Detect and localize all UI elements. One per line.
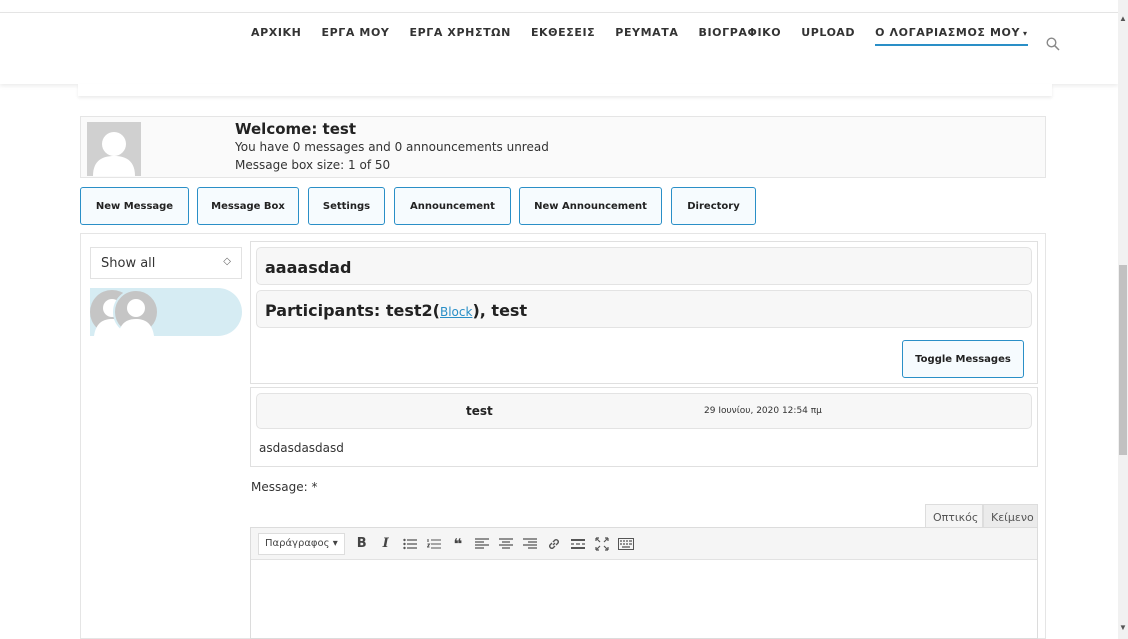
message-body: asdasdasdasd (259, 441, 344, 455)
scroll-up-icon[interactable]: ▲ (1119, 14, 1127, 23)
welcome-title: Welcome: test (235, 120, 356, 138)
menu-item-cv[interactable]: ΒΙΟΓΡΑΦΙΚΟ (699, 26, 782, 46)
conversation-list-item[interactable] (90, 288, 242, 336)
message-box-button[interactable]: Message Box (197, 187, 299, 225)
welcome-box: Welcome: test You have 0 messages and 0 … (80, 116, 1046, 178)
menu-item-my-account[interactable]: Ο ΛΟΓΑΡΙΑΣΜΟΣ ΜΟΥ ▾ (875, 26, 1028, 46)
my-account-label: Ο ΛΟΓΑΡΙΑΣΜΟΣ ΜΟΥ (875, 26, 1021, 39)
menu-item-home[interactable]: ΑΡΧΙΚΗ (251, 26, 301, 46)
chevron-down-icon: ▾ (332, 537, 338, 549)
format-value: Παράγραφος (265, 537, 330, 549)
message-author: test (466, 404, 493, 418)
menu-item-upload[interactable]: UPLOAD (801, 26, 855, 46)
menu-item-streams[interactable]: ΡΕΥΜΑΤΑ (615, 26, 678, 46)
select-arrows-icon: ◇ (223, 256, 231, 267)
search-icon[interactable] (1046, 37, 1060, 51)
group-avatar-icon (90, 289, 159, 336)
participants-prefix: Participants: test2( (265, 301, 440, 320)
scrollbar-thumb[interactable] (1119, 265, 1127, 455)
filter-selected-value: Show all (101, 256, 156, 271)
bold-icon[interactable]: B (353, 534, 371, 554)
block-link[interactable]: Block (440, 305, 472, 319)
announcement-button[interactable]: Announcement (394, 187, 511, 225)
editor-toolbar: Παράγραφος ▾ B I ❝ (251, 528, 1037, 560)
tab-text[interactable]: Κείμενο (983, 504, 1038, 528)
chevron-down-icon: ▾ (1023, 29, 1028, 38)
message-field-label: Message: * (251, 480, 318, 494)
align-left-icon[interactable] (473, 534, 491, 554)
menu-item-exhibitions[interactable]: ΕΚΘΕΣΕΙΣ (531, 26, 595, 46)
menu-item-user-works[interactable]: ΕΡΓΑ ΧΡΗΣΤΩΝ (409, 26, 510, 46)
fullscreen-icon[interactable] (593, 534, 611, 554)
menu-item-my-works[interactable]: ΕΡΓΑ ΜΟΥ (321, 26, 389, 46)
settings-button[interactable]: Settings (308, 187, 385, 225)
thread-participants: Participants: test2(Block), test (256, 290, 1032, 328)
new-message-button[interactable]: New Message (80, 187, 189, 225)
content-header-divider (78, 84, 1052, 96)
user-avatar-icon (87, 122, 141, 176)
toolbar-toggle-icon[interactable] (617, 534, 635, 554)
read-more-icon[interactable] (569, 534, 587, 554)
main-menu: ΑΡΧΙΚΗ ΕΡΓΑ ΜΟΥ ΕΡΓΑ ΧΡΗΣΤΩΝ ΕΚΘΕΣΕΙΣ ΡΕ… (251, 26, 1048, 46)
scroll-down-icon[interactable]: ▼ (1119, 623, 1127, 632)
message-box-size: Message box size: 1 of 50 (235, 158, 391, 172)
participants-suffix: ), test (472, 301, 528, 320)
new-announcement-button[interactable]: New Announcement (519, 187, 662, 225)
unread-summary: You have 0 messages and 0 announcements … (235, 140, 549, 154)
align-right-icon[interactable] (521, 534, 539, 554)
top-navigation (0, 12, 1118, 84)
numbered-list-icon[interactable] (425, 534, 443, 554)
avatar (87, 122, 141, 176)
directory-button[interactable]: Directory (671, 187, 756, 225)
message-filter-select[interactable]: Show all ◇ (90, 247, 242, 279)
align-center-icon[interactable] (497, 534, 515, 554)
message-date: 29 Ιουνίου, 2020 12:54 πμ (704, 406, 822, 416)
blockquote-icon[interactable]: ❝ (449, 534, 467, 554)
message-header (256, 393, 1032, 429)
tab-visual[interactable]: Οπτικός (925, 504, 983, 528)
toggle-messages-button[interactable]: Toggle Messages (902, 340, 1024, 378)
paragraph-format-select[interactable]: Παράγραφος ▾ (258, 532, 345, 555)
bulleted-list-icon[interactable] (401, 534, 419, 554)
link-icon[interactable] (545, 534, 563, 554)
thread-subject: aaaasdad (256, 247, 1032, 285)
italic-icon[interactable]: I (377, 534, 395, 554)
